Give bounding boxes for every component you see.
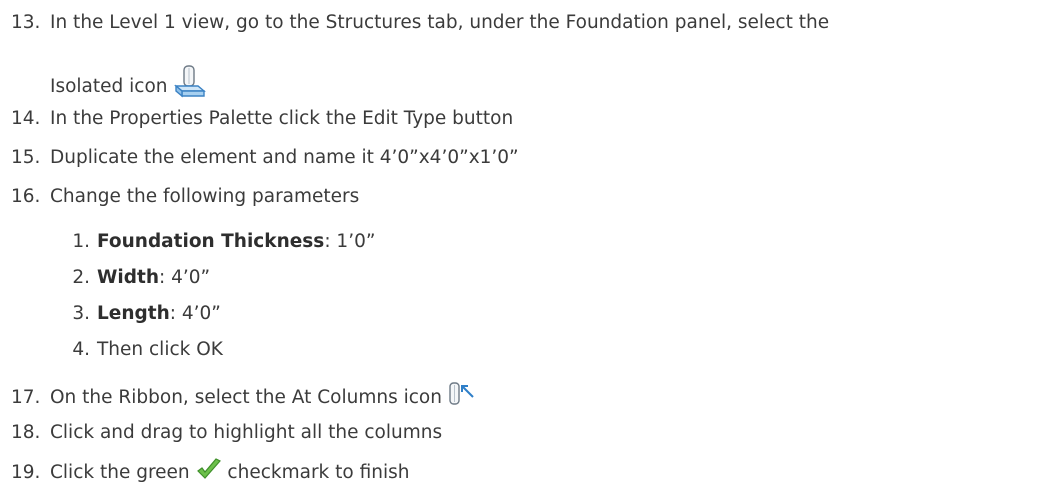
step-text-end: checkmark to finish: [227, 462, 410, 483]
step-text: Duplicate the element and name it 4’0”x4…: [50, 147, 519, 168]
green-checkmark-icon: [196, 458, 222, 490]
substep-number: 4.: [72, 339, 90, 360]
step-text-continued: Isolated icon: [50, 76, 168, 97]
parameter-value: : 1’0”: [324, 231, 376, 252]
step-number: 15.: [11, 147, 41, 168]
substep-number: 3.: [72, 303, 90, 324]
step-14: 14. In the Properties Palette click the E…: [0, 106, 513, 132]
step-number: 13.: [11, 12, 41, 33]
step-16: 16. Change the following parameters: [0, 184, 359, 210]
substep-2: 2. Width: 4’0”: [0, 265, 210, 291]
at-columns-icon: [448, 381, 476, 415]
substep-text: Then click OK: [97, 339, 223, 360]
step-number: 17.: [11, 387, 41, 408]
step-18: 18. Click and drag to highlight all the c…: [0, 420, 442, 446]
step-number: 14.: [11, 108, 41, 129]
step-text: In the Level 1 view, go to the Structure…: [50, 12, 830, 33]
isolated-foundation-icon: [173, 64, 207, 106]
step-text: In the Properties Palette click the Edit…: [50, 108, 514, 129]
substep-3: 3. Length: 4’0”: [0, 301, 221, 327]
parameter-name: Width: [97, 267, 160, 288]
step-number: 16.: [11, 186, 41, 207]
step-13: 13. In the Level 1 view, go to the Struct…: [0, 10, 829, 36]
instruction-list: 13. In the Level 1 view, go to the Struct…: [0, 0, 1057, 487]
step-number: 19.: [11, 462, 41, 483]
substep-1: 1. Foundation Thickness: 1’0”: [0, 229, 375, 255]
step-17: 17. On the Ribbon, select the At Columns …: [0, 381, 476, 415]
substep-4: 4. Then click OK: [0, 337, 223, 363]
step-19: 19. Click the green checkmark to finish: [0, 458, 409, 490]
step-text: On the Ribbon, select the At Columns ico…: [50, 387, 442, 408]
parameter-name: Length: [97, 303, 170, 324]
step-text: Click the green: [50, 462, 190, 483]
parameter-name: Foundation Thickness: [97, 231, 325, 252]
parameter-value: : 4’0”: [159, 267, 211, 288]
parameter-value: : 4’0”: [169, 303, 221, 324]
step-15: 15. Duplicate the element and name it 4’0…: [0, 145, 519, 171]
step-number: 18.: [11, 422, 41, 443]
step-13-continuation: Isolated icon: [50, 64, 207, 106]
step-text: Change the following parameters: [50, 186, 360, 207]
substep-number: 1.: [72, 231, 90, 252]
substep-number: 2.: [72, 267, 90, 288]
step-text: Click and drag to highlight all the colu…: [50, 422, 443, 443]
